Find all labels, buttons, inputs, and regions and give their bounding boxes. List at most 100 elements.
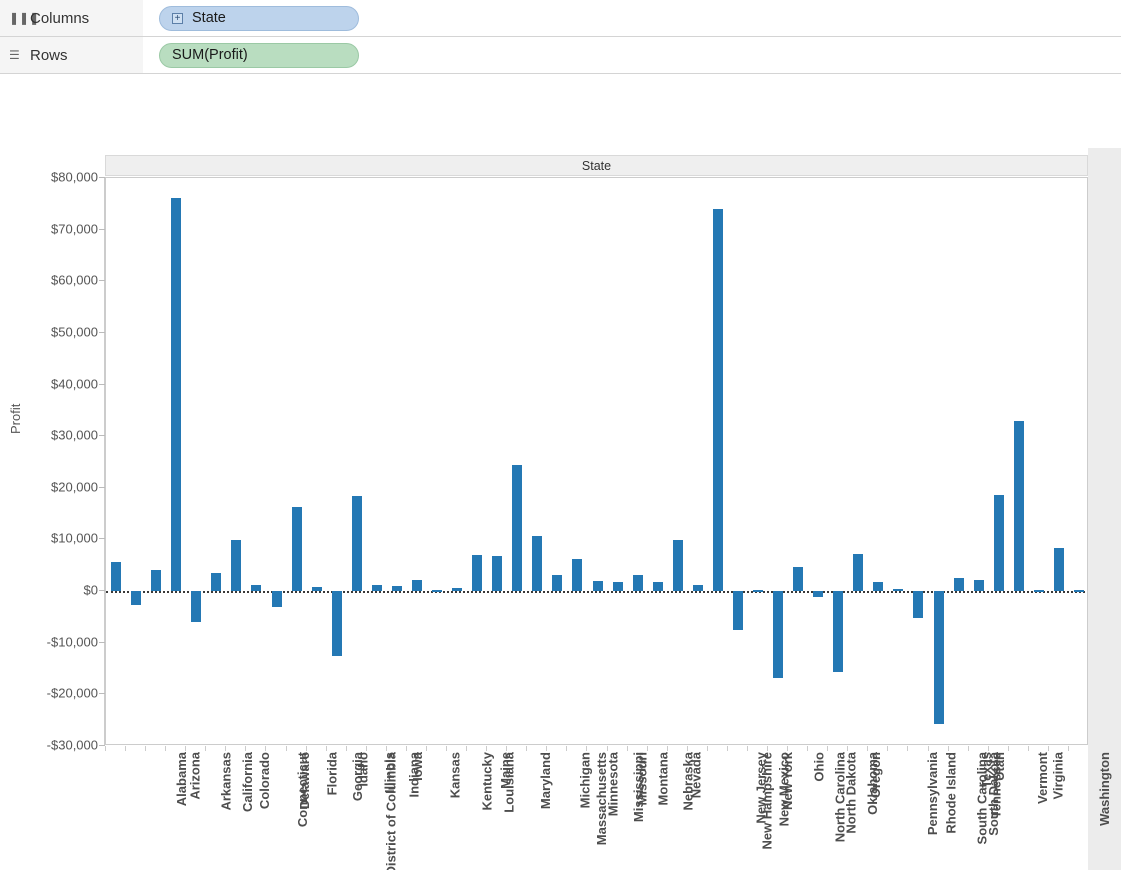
x-axis-tick-label[interactable]: Washington (1097, 752, 1112, 826)
bar-south-dakota[interactable] (893, 589, 904, 592)
bar-virginia[interactable] (993, 495, 1004, 592)
x-axis-tick-label[interactable]: Missouri (635, 752, 650, 805)
x-axis-tick-label[interactable]: Maryland (538, 752, 553, 809)
x-axis-tick-label[interactable]: Rhode Island (944, 752, 959, 834)
bar-alabama[interactable] (111, 562, 122, 592)
bar-idaho[interactable] (311, 587, 322, 592)
x-axis-tick-label[interactable]: Colorado (257, 752, 272, 809)
x-axis-tick-label[interactable]: Illinois (382, 752, 397, 793)
bar-nevada[interactable] (632, 574, 643, 592)
bar-utah[interactable] (953, 578, 964, 592)
x-axis-tick-label[interactable]: Michigan (578, 752, 593, 808)
x-axis-tick-label[interactable]: Arizona (188, 752, 203, 800)
x-axis-tick-mark (205, 746, 207, 751)
x-axis-tick-label[interactable]: Utah (991, 752, 1006, 781)
bar-kansas[interactable] (391, 586, 402, 592)
x-axis-tick-label[interactable]: Virginia (1050, 752, 1065, 799)
bar-iowa[interactable] (371, 584, 382, 592)
x-axis-tick-label[interactable]: Minnesota (606, 752, 621, 816)
x-axis-tick-mark (486, 746, 488, 751)
bar-ohio[interactable] (773, 591, 784, 679)
columns-shelf[interactable]: ❚❚❚ Columns + State (0, 0, 1121, 37)
x-axis-tick-mark (185, 746, 187, 751)
x-axis-tick-mark (726, 746, 728, 751)
x-axis-tick-label[interactable]: Florida (324, 752, 339, 795)
bar-maryland[interactable] (472, 554, 483, 592)
bar-california[interactable] (171, 197, 182, 592)
bar-wisconsin[interactable] (1053, 547, 1064, 592)
x-axis-tick-label[interactable]: Arkansas (219, 752, 234, 811)
bar-texas[interactable] (933, 591, 944, 724)
bar-rhode-island[interactable] (853, 553, 864, 592)
x-axis-tick-label[interactable]: New York (780, 752, 795, 810)
x-axis-tick-label[interactable]: Kansas (447, 752, 462, 798)
expand-plus-icon[interactable]: + (172, 12, 183, 24)
bar-montana[interactable] (592, 581, 603, 592)
bar-mississippi[interactable] (552, 574, 563, 592)
x-axis-tick-label[interactable]: Idaho (355, 752, 370, 787)
bar-west-virginia[interactable] (1033, 590, 1044, 593)
bar-washington[interactable] (1013, 420, 1024, 592)
bar-kentucky[interactable] (411, 580, 422, 592)
bar-north-carolina[interactable] (732, 591, 743, 630)
bar-new-york[interactable] (712, 208, 723, 592)
bar-colorado[interactable] (191, 591, 202, 622)
bar-oregon[interactable] (813, 591, 824, 598)
bar-indiana[interactable] (351, 496, 362, 592)
bar-new-mexico[interactable] (692, 585, 703, 592)
bar-vermont[interactable] (973, 580, 984, 592)
rows-shelf-body[interactable]: SUM(Profit) (143, 37, 1121, 73)
x-axis-tick-label[interactable]: Delaware (297, 752, 312, 809)
plot-area[interactable] (105, 177, 1088, 745)
bar-massachusetts[interactable] (492, 555, 503, 592)
bar-minnesota[interactable] (532, 536, 543, 592)
bar-nebraska[interactable] (612, 582, 623, 592)
bar-pennsylvania[interactable] (833, 591, 844, 672)
bar-missouri[interactable] (572, 558, 583, 592)
x-axis-tick-label[interactable]: Ohio (812, 752, 827, 782)
x-axis-tick-mark (807, 746, 809, 751)
x-axis-tick-label[interactable]: Iowa (410, 752, 425, 781)
bar-district-of-columbia[interactable] (251, 585, 262, 592)
x-axis-tick-label[interactable]: Vermont (1035, 752, 1050, 804)
x-axis-tick-label[interactable]: Nevada (688, 752, 703, 798)
bar-tennessee[interactable] (913, 591, 924, 619)
bar-florida[interactable] (271, 591, 282, 608)
x-axis-tick-label[interactable]: North Dakota (844, 752, 859, 834)
x-axis-tick-mark (325, 746, 327, 751)
bar-new-jersey[interactable] (672, 540, 683, 592)
bar-maine[interactable] (452, 587, 463, 592)
rows-shelf[interactable]: ☰ Rows SUM(Profit) (0, 37, 1121, 74)
bar-connecticut[interactable] (211, 573, 222, 592)
bar-louisiana[interactable] (432, 589, 442, 592)
y-axis-tick-label: $20,000 (51, 479, 98, 495)
pill-sum-profit[interactable]: SUM(Profit) (159, 42, 359, 68)
bar-oklahoma[interactable] (793, 567, 804, 592)
x-axis-tick-mark (867, 746, 869, 751)
bar-delaware[interactable] (231, 539, 242, 592)
pill-state[interactable]: + State (159, 5, 359, 31)
bar-new-hampshire[interactable] (652, 582, 663, 592)
bar-south-carolina[interactable] (873, 582, 884, 592)
bar-arkansas[interactable] (151, 570, 162, 592)
bar-illinois[interactable] (331, 591, 342, 657)
bar-arizona[interactable] (131, 591, 142, 606)
x-axis-tick-label[interactable]: Maine (498, 752, 513, 789)
x-axis-tick-mark (466, 746, 468, 751)
bar-north-dakota[interactable] (752, 589, 763, 592)
x-axis-tick-label[interactable]: California (240, 752, 255, 812)
x-axis-tick-label[interactable]: Pennsylvania (925, 752, 940, 835)
x-axis-tick-mark (606, 746, 608, 751)
x-axis-tick-label[interactable]: Montana (655, 752, 670, 805)
x-axis-tick-label[interactable]: Kentucky (479, 752, 494, 811)
visualization-area: State Profit $80,000 $70,000 $60,000 $50,00… (0, 74, 1121, 870)
x-axis-tick-mark (105, 746, 106, 751)
bar-georgia[interactable] (291, 507, 302, 592)
x-axis-tick-label[interactable]: New Jersey (753, 752, 768, 824)
bar-michigan[interactable] (512, 465, 523, 592)
columns-shelf-body[interactable]: + State (143, 0, 1121, 36)
bar-wyoming[interactable] (1073, 590, 1084, 593)
x-axis-tick-mark (285, 746, 287, 751)
rows-icon: ☰ (9, 48, 20, 62)
x-axis-tick-label[interactable]: Oregon (868, 752, 883, 798)
